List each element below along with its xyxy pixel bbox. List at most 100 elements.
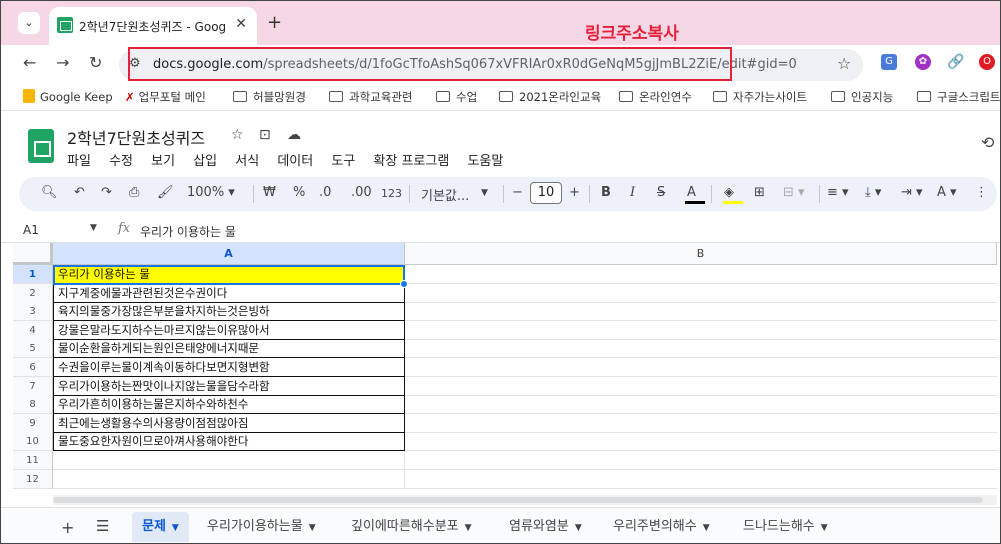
tab-search-icon[interactable]: ⌄ [18, 12, 40, 34]
sheet-tab-tide[interactable]: 드나드는해수 ▼ [733, 512, 838, 542]
extension-icon[interactable]: ✿ [915, 54, 931, 70]
cell-b[interactable] [405, 395, 997, 415]
cell-a[interactable]: 지구계중에물과관련된것은수권이다 [53, 283, 405, 303]
sheet-tab-water[interactable]: 우리가이용하는물 ▼ [197, 512, 326, 542]
search-menus-icon[interactable]: 🔍︎ [41, 185, 58, 200]
undo-icon[interactable]: ↶ [74, 185, 85, 200]
cell-b[interactable] [405, 432, 997, 452]
cell-b[interactable] [405, 265, 997, 284]
bookmark-star-icon[interactable]: ☆ [837, 54, 851, 73]
sheet-tab-problem[interactable]: 문제 ▼ [132, 512, 189, 542]
currency-button[interactable]: ₩ [263, 185, 276, 200]
sheet-tab-seawater[interactable]: 우리주변의해수 ▼ [603, 512, 720, 542]
row-header[interactable]: 2 [13, 283, 53, 303]
sheets-logo-icon[interactable] [28, 129, 54, 163]
cell-b[interactable] [405, 377, 997, 396]
row-header[interactable]: 6 [13, 358, 53, 377]
more-formats-button[interactable]: 123 [381, 187, 402, 200]
percent-button[interactable]: % [293, 185, 305, 200]
font-size-input[interactable]: 10 [530, 182, 562, 204]
print-icon[interactable]: ⎙ [129, 185, 139, 200]
row-header[interactable]: 10 [13, 432, 53, 452]
back-icon[interactable]: ← [23, 53, 36, 72]
move-folder-icon[interactable]: ⊡ [259, 127, 271, 143]
cell-a[interactable]: 물도중요한자원이므로아껴사용해야한다 [53, 432, 405, 452]
chevron-down-icon[interactable]: ▼ [90, 223, 97, 233]
cell-a[interactable]: 강물은말라도지하수는마르지않는이유많아서 [53, 320, 405, 340]
history-icon[interactable]: ⟲ [981, 133, 994, 152]
row-header[interactable]: 12 [13, 469, 53, 489]
text-color-icon[interactable]: A [687, 185, 696, 200]
translate-extension-icon[interactable]: G [881, 54, 897, 70]
cell-a[interactable] [53, 469, 405, 489]
cell-a[interactable] [53, 451, 405, 470]
browser-tab[interactable]: 2학년7단원초성퀴즈 - Google ✕ [49, 7, 257, 45]
opera-extension-icon[interactable]: O [979, 54, 995, 70]
select-all-corner[interactable] [13, 243, 53, 265]
bookmark-hubble[interactable]: 허블망원경 [233, 89, 306, 105]
text-wrap-icon[interactable]: ⇥ ▾ [901, 185, 923, 200]
cell-a[interactable]: 우리가이용하는짠맛이나지않는물을담수라함 [53, 376, 405, 396]
row-header[interactable]: 4 [13, 320, 53, 340]
cell-b[interactable] [405, 302, 997, 322]
bookmark-script[interactable]: 구글스크립트 [917, 89, 1000, 105]
bookmark-ai[interactable]: 인공지능 [831, 89, 893, 105]
row-header[interactable]: 8 [13, 395, 53, 415]
cell-b[interactable] [405, 414, 997, 433]
menu-file[interactable]: 파일 [67, 154, 91, 169]
merge-cells-icon[interactable]: ⊟ ▾ [783, 185, 805, 200]
bookmark-training[interactable]: 온라인연수 [619, 89, 692, 105]
column-header-b[interactable]: B [405, 243, 997, 265]
add-sheet-icon[interactable]: + [61, 518, 74, 537]
menu-insert[interactable]: 삽입 [193, 154, 217, 169]
cell-b[interactable] [405, 451, 997, 470]
strikethrough-icon[interactable]: S [657, 185, 665, 200]
all-sheets-icon[interactable]: ☰ [96, 517, 109, 535]
bold-icon[interactable]: B [601, 185, 611, 200]
star-icon[interactable]: ☆ [231, 127, 244, 143]
cell-a[interactable]: 육지의물중가장많은부분을차지하는것은빙하 [53, 302, 405, 322]
row-header[interactable]: 3 [13, 302, 53, 322]
fill-color-icon[interactable]: ◈ [724, 185, 734, 200]
borders-icon[interactable]: ⊞ [754, 185, 765, 200]
bookmark-portal[interactable]: ✗ 업무포털 메인 [125, 89, 206, 105]
font-size-increase-icon[interactable]: + [569, 185, 580, 200]
decrease-decimal-button[interactable]: .0 [319, 185, 331, 200]
link-extension-icon[interactable]: 🔗 [947, 54, 964, 70]
more-options-icon[interactable]: ⋮ [975, 185, 988, 200]
font-size-decrease-icon[interactable]: − [512, 185, 523, 200]
cell-a[interactable]: 최근에는생활용수의사용량이점점많아짐 [53, 413, 405, 433]
reload-icon[interactable]: ↻ [89, 53, 102, 72]
cell-b[interactable] [405, 339, 997, 359]
bookmark-online-edu[interactable]: 2021온라인교육 [499, 89, 601, 105]
horizontal-scrollbar[interactable] [53, 495, 997, 505]
paint-format-icon[interactable]: 🖌︎ [157, 185, 174, 200]
document-title[interactable]: 2학년7단원초성퀴즈 [67, 125, 205, 149]
row-header[interactable]: 9 [13, 413, 53, 433]
cell-b[interactable] [405, 284, 997, 303]
bookmark-science[interactable]: 과학교육관련 [329, 89, 412, 105]
chevron-down-icon[interactable]: ▼ [481, 188, 488, 198]
cell-a[interactable]: 우리가흔히이용하는물은지하수와하천수 [53, 395, 405, 415]
text-rotation-icon[interactable]: A ▾ [937, 185, 957, 200]
cell-a[interactable]: 수권을이루는물이계속이동하다보면지형변함 [53, 358, 405, 377]
cell-a[interactable]: 물이순환을하게되는원인은태양에너지때문 [53, 339, 405, 359]
bookmark-frequent[interactable]: 자주가는사이트 [713, 89, 807, 105]
row-header[interactable]: 5 [13, 339, 53, 359]
forward-icon[interactable]: → [56, 53, 69, 72]
new-tab-icon[interactable]: + [267, 12, 282, 33]
scrollbar-thumb[interactable] [53, 497, 983, 503]
cell-b[interactable] [405, 358, 997, 377]
row-header[interactable]: 7 [13, 376, 53, 396]
row-header[interactable]: 1 [13, 265, 53, 284]
menu-extensions[interactable]: 확장 프로그램 [373, 154, 449, 169]
row-header[interactable]: 11 [13, 451, 53, 470]
sheet-tab-depth[interactable]: 깊이에따른해수분포 ▼ [341, 512, 482, 542]
menu-data[interactable]: 데이터 [277, 154, 313, 169]
sheet-tab-salinity[interactable]: 염류와염분 ▼ [499, 512, 592, 542]
italic-icon[interactable]: I [630, 185, 635, 200]
menu-view[interactable]: 보기 [151, 154, 175, 169]
name-box[interactable]: A1 [23, 223, 39, 237]
vertical-align-icon[interactable]: ⤓ ▾ [865, 185, 881, 200]
increase-decimal-button[interactable]: .00 [351, 185, 372, 200]
